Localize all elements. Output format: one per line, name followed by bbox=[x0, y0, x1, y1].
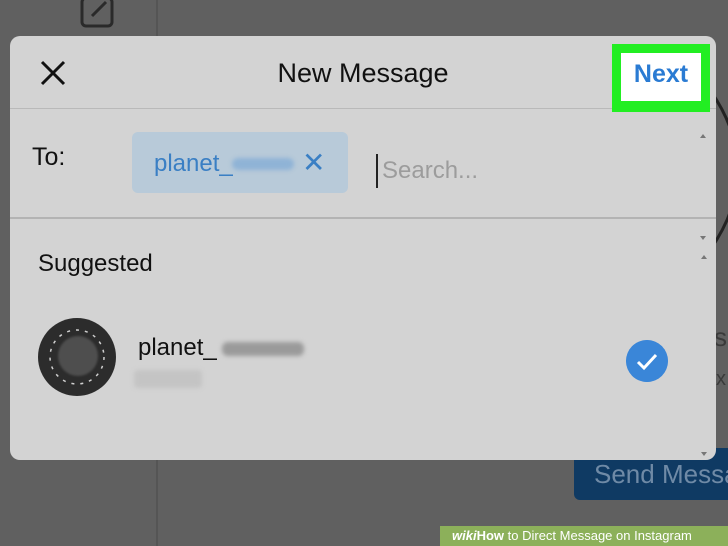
redacted-subtext bbox=[134, 370, 202, 388]
next-button[interactable]: Next bbox=[621, 53, 701, 101]
avatar-wreath bbox=[49, 329, 105, 385]
suggested-username: planet_ bbox=[138, 334, 217, 361]
redacted-text bbox=[232, 158, 294, 170]
dialog-title: New Message bbox=[277, 58, 449, 88]
suggested-heading: Suggested bbox=[38, 250, 153, 277]
wikihow-watermark: wikiHow to Direct Message on Instagram bbox=[440, 526, 728, 546]
remove-recipient-icon[interactable]: ✕ bbox=[302, 146, 325, 179]
search-input[interactable] bbox=[376, 154, 684, 188]
suggested-user-row[interactable]: planet_ bbox=[10, 306, 700, 406]
dialog-header: New Message bbox=[10, 36, 716, 109]
new-message-dialog: New Message Next To: planet_ ✕ Suggested… bbox=[10, 36, 716, 460]
list-scrollbar[interactable] bbox=[698, 252, 710, 460]
checkmark-icon[interactable] bbox=[626, 340, 668, 382]
avatar bbox=[38, 318, 116, 396]
watermark-how: How bbox=[476, 528, 505, 543]
to-label: To: bbox=[32, 143, 66, 171]
redacted-text bbox=[222, 342, 304, 356]
recipient-scrollbar[interactable] bbox=[698, 132, 708, 242]
recipient-chip[interactable]: planet_ ✕ bbox=[132, 132, 348, 193]
watermark-text: to Direct Message on Instagram bbox=[504, 528, 692, 543]
recipient-chip-label: planet_ bbox=[154, 150, 233, 177]
compose-icon[interactable] bbox=[78, 0, 120, 28]
background-text-fragment: x bbox=[716, 368, 726, 390]
watermark-brand: wiki bbox=[452, 528, 477, 543]
